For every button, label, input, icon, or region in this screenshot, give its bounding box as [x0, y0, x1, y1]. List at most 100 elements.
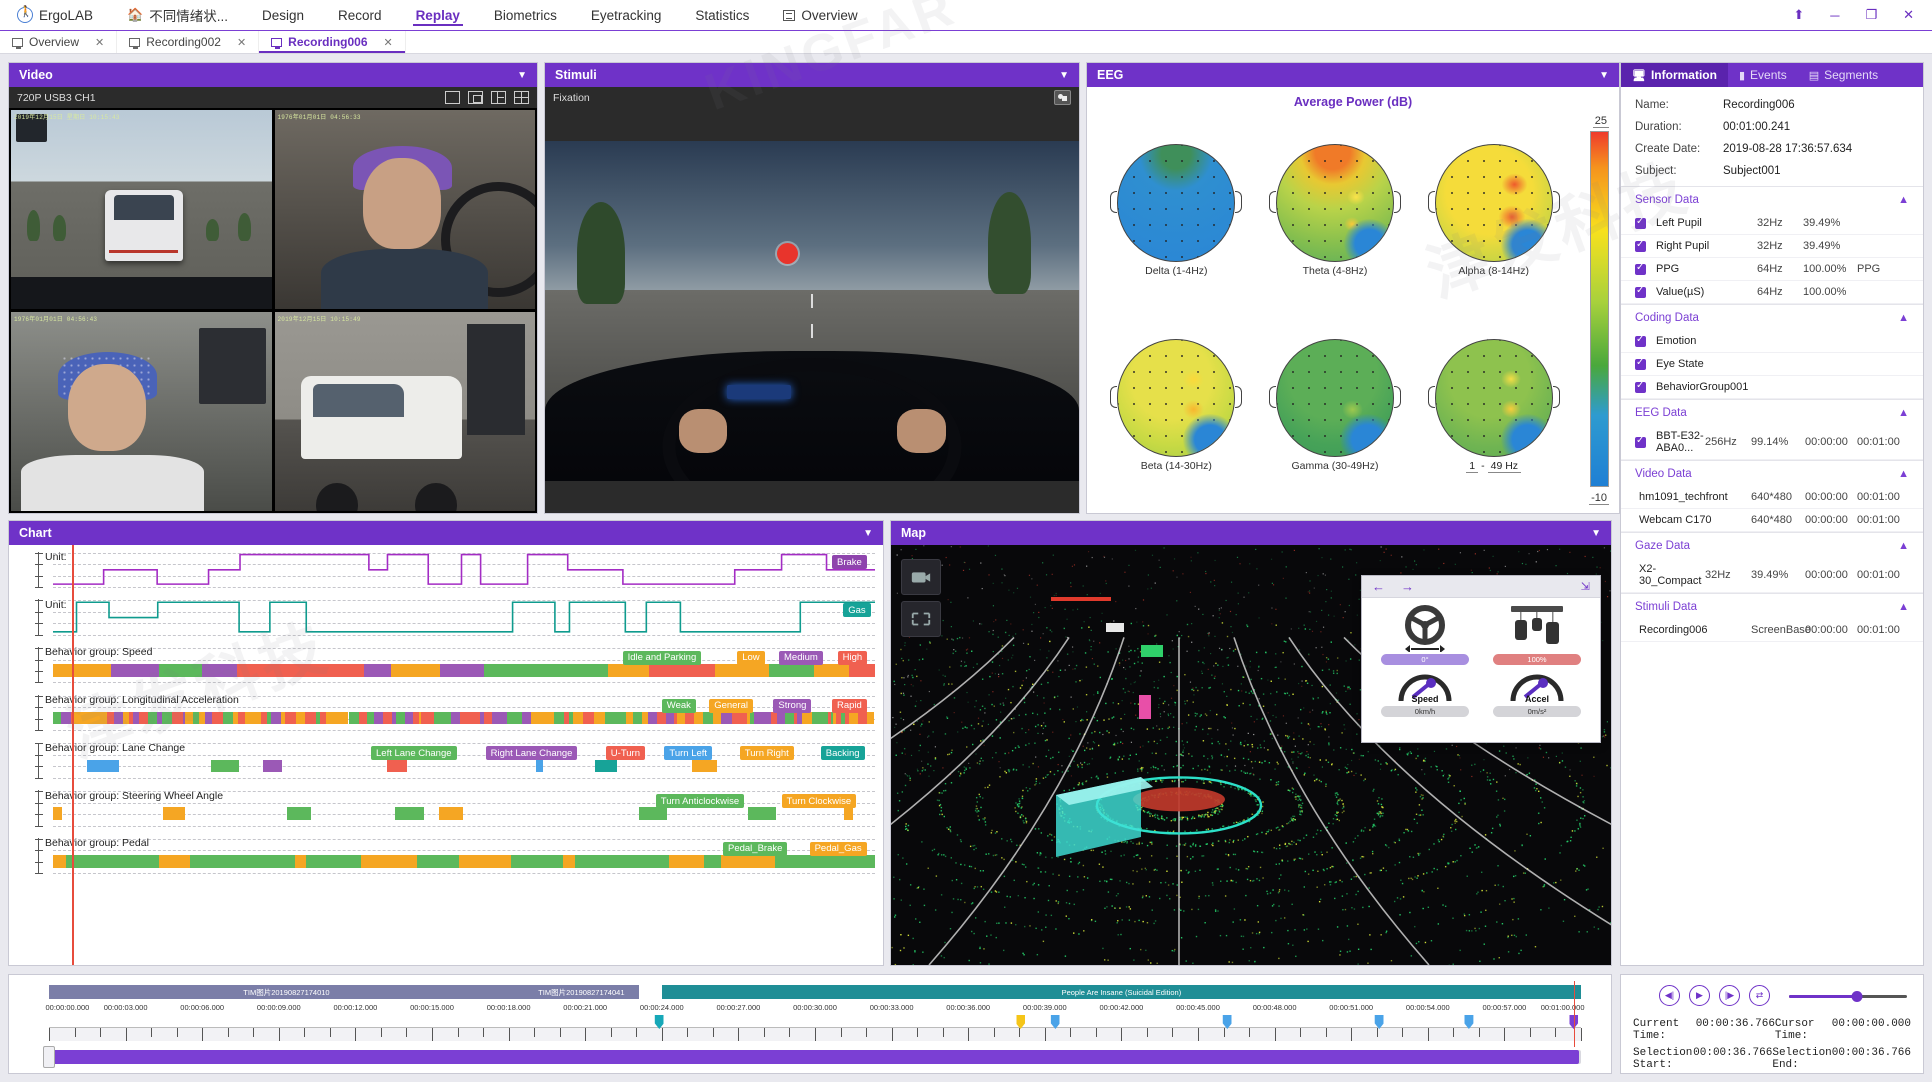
timeline-segment-2[interactable]: People Are Insane (Suicidal Edition) [661, 985, 1581, 999]
timeline-ruler[interactable] [49, 1015, 1582, 1041]
section-header[interactable]: Coding Data ▲ [1621, 305, 1923, 330]
menu-item-statistics[interactable]: Statistics [678, 0, 766, 30]
tab-close-icon[interactable]: ✕ [95, 36, 104, 49]
chevron-down-icon[interactable]: ▼ [1059, 70, 1069, 81]
step-back-icon[interactable]: ◀| [1659, 985, 1680, 1006]
custom-band-editor[interactable]: 1 - 49 Hz [1466, 460, 1522, 473]
close-icon[interactable]: ✕ [1903, 7, 1914, 23]
chevron-up-icon[interactable]: ▲ [1898, 407, 1909, 419]
chart-plot-area[interactable]: Unit: Brake Unit: Gas Behavior group: Speed I… [9, 545, 883, 965]
timeline-event-marker[interactable] [654, 1015, 664, 1029]
section-header[interactable]: Sensor Data ▲ [1621, 187, 1923, 212]
scrollbar-grip[interactable] [43, 1046, 55, 1068]
restore-icon[interactable]: ❐ [1865, 7, 1877, 23]
checkbox[interactable] [1635, 357, 1646, 370]
topomap-custom-band[interactable]: 1 - 49 Hz [1414, 308, 1573, 503]
chevron-up-icon[interactable]: ▲ [1898, 194, 1909, 206]
timeline-event-marker[interactable] [1050, 1015, 1060, 1029]
data-row-emotion[interactable]: Emotion [1621, 330, 1923, 353]
video-cell-driver[interactable]: 1976年01月01日 04:56:33 [274, 110, 535, 309]
step-forward-icon[interactable]: |▶ [1719, 985, 1740, 1006]
timeline-segment-0[interactable]: TIM图片20190827174010 [49, 985, 524, 999]
arrow-left-icon[interactable]: ← [1372, 579, 1385, 594]
timeline-segment-1[interactable]: TIM图片20190827174041 [523, 985, 639, 999]
stimuli-viewport[interactable] [545, 108, 1079, 513]
data-row-eeg-device[interactable]: BBT-E32-ABA0... 256Hz 99.14% 00:00:00 00… [1621, 425, 1923, 460]
checkbox[interactable] [1635, 334, 1646, 347]
arrow-right-icon[interactable]: → [1401, 579, 1414, 594]
menu-item-replay[interactable]: Replay [399, 0, 477, 30]
section-header[interactable]: Gaze Data ▲ [1621, 533, 1923, 558]
chevron-up-icon[interactable]: ▲ [1898, 468, 1909, 480]
chevron-down-icon[interactable]: ▼ [517, 70, 527, 81]
minimize-icon[interactable]: ─ [1830, 8, 1839, 23]
chevron-down-icon[interactable]: ▼ [1591, 528, 1601, 539]
topomap-alpha[interactable]: Alpha (8-14Hz) [1414, 113, 1573, 308]
menu-item-record[interactable]: Record [321, 0, 399, 30]
timeline-scrollbar[interactable] [43, 1046, 1581, 1068]
menu-item-design[interactable]: Design [245, 0, 321, 30]
checkbox[interactable] [1635, 380, 1646, 393]
chart-cursor-line[interactable] [72, 545, 74, 965]
tab-close-icon[interactable]: ✕ [237, 36, 246, 49]
section-header[interactable]: EEG Data ▲ [1621, 400, 1923, 425]
checkbox[interactable] [1635, 262, 1646, 275]
topomap-gamma[interactable]: Gamma (30-49Hz) [1256, 308, 1415, 503]
timeline-event-marker[interactable] [1016, 1015, 1025, 1029]
checkbox[interactable] [1635, 435, 1646, 448]
data-row-behaviorgroup001[interactable]: BehaviorGroup001 [1621, 376, 1923, 399]
data-row-value-us[interactable]: Value(µS) 64Hz 100.00% [1621, 281, 1923, 304]
checkbox[interactable] [1635, 216, 1646, 229]
data-row-eye-state[interactable]: Eye State [1621, 353, 1923, 376]
menu-item-eyetracking[interactable]: Eyetracking [574, 0, 679, 30]
camera-icon[interactable] [901, 559, 941, 595]
data-row-x2-30-compact[interactable]: X2-30_Compact 32Hz 39.49% 00:00:00 00:01… [1621, 558, 1923, 593]
split-view-icon[interactable] [491, 91, 506, 104]
grid-view-icon[interactable] [514, 91, 529, 104]
timeline-segments[interactable]: TIM图片20190827174010 TIM图片20190827174041 Pe… [49, 985, 1581, 999]
timeline-event-marker[interactable] [1222, 1015, 1232, 1029]
timeline-cursor[interactable] [1573, 981, 1575, 1047]
expand-icon[interactable]: ⇲ [1581, 580, 1590, 593]
chevron-down-icon[interactable]: ▼ [863, 528, 873, 539]
video-cell-eeg-subject[interactable]: 1976年01月01日 04:56:43 [11, 312, 272, 511]
band-high-value[interactable]: 49 Hz [1487, 460, 1522, 473]
band-low-value[interactable]: 1 [1466, 460, 1479, 473]
video-cell-garage[interactable]: 2019年12月15日 10:15:49 [274, 312, 535, 511]
data-row-left-pupil[interactable]: Left Pupil 32Hz 39.49% [1621, 212, 1923, 235]
tab-recording002[interactable]: Recording002 ✕ [117, 31, 260, 53]
slider-knob[interactable] [1851, 991, 1863, 1002]
menu-item-overview[interactable]: Overview [766, 0, 874, 30]
data-row-hm1091[interactable]: hm1091_techfront 640*480 00:00:00 00:01:… [1621, 486, 1923, 509]
chevron-up-icon[interactable]: ▲ [1898, 601, 1909, 613]
tab-events[interactable]: ▮ Events [1728, 63, 1798, 87]
tab-segments[interactable]: ▤ Segments [1798, 63, 1889, 87]
loop-icon[interactable]: ⇄ [1749, 985, 1770, 1006]
pin-icon[interactable]: ⬆ [1793, 7, 1804, 23]
chevron-down-icon[interactable]: ▼ [1599, 70, 1609, 81]
section-header[interactable]: Video Data ▲ [1621, 461, 1923, 486]
data-row-right-pupil[interactable]: Right Pupil 32Hz 39.49% [1621, 235, 1923, 258]
timeline-event-marker[interactable] [1464, 1015, 1474, 1029]
checkbox[interactable] [1635, 239, 1646, 252]
chevron-up-icon[interactable]: ▲ [1898, 312, 1909, 324]
topomap-beta[interactable]: Beta (14-30Hz) [1097, 308, 1256, 503]
tab-close-icon[interactable]: ✕ [384, 36, 393, 49]
video-cell-front[interactable]: 2019年12月15日 星期日 10:15:43 [11, 110, 272, 309]
data-row-recording006-stimuli[interactable]: Recording006 ScreenBase 00:00:00 00:01:0… [1621, 619, 1923, 642]
timeline-event-marker[interactable] [1374, 1015, 1384, 1029]
tab-recording006[interactable]: Recording006 ✕ [259, 31, 406, 53]
scrollbar-thumb[interactable] [51, 1050, 1579, 1064]
data-row-webcam-c170[interactable]: Webcam C170 640*480 00:00:00 00:01:00 [1621, 509, 1923, 532]
single-view-icon[interactable] [445, 91, 460, 104]
menu-item-project[interactable]: 🏠 不同情绪状... [110, 0, 245, 30]
speed-slider[interactable] [1789, 991, 1907, 1002]
menu-item-ergolab[interactable]: ErgoLAB [0, 0, 110, 30]
section-header[interactable]: Stimuli Data ▲ [1621, 594, 1923, 619]
tab-overview[interactable]: Overview ✕ [0, 31, 118, 53]
pip-view-icon[interactable] [468, 91, 483, 104]
menu-item-biometrics[interactable]: Biometrics [477, 0, 574, 30]
topomap-delta[interactable]: Delta (1-4Hz) [1097, 113, 1256, 308]
fit-icon[interactable] [901, 601, 941, 637]
chevron-up-icon[interactable]: ▲ [1898, 540, 1909, 552]
